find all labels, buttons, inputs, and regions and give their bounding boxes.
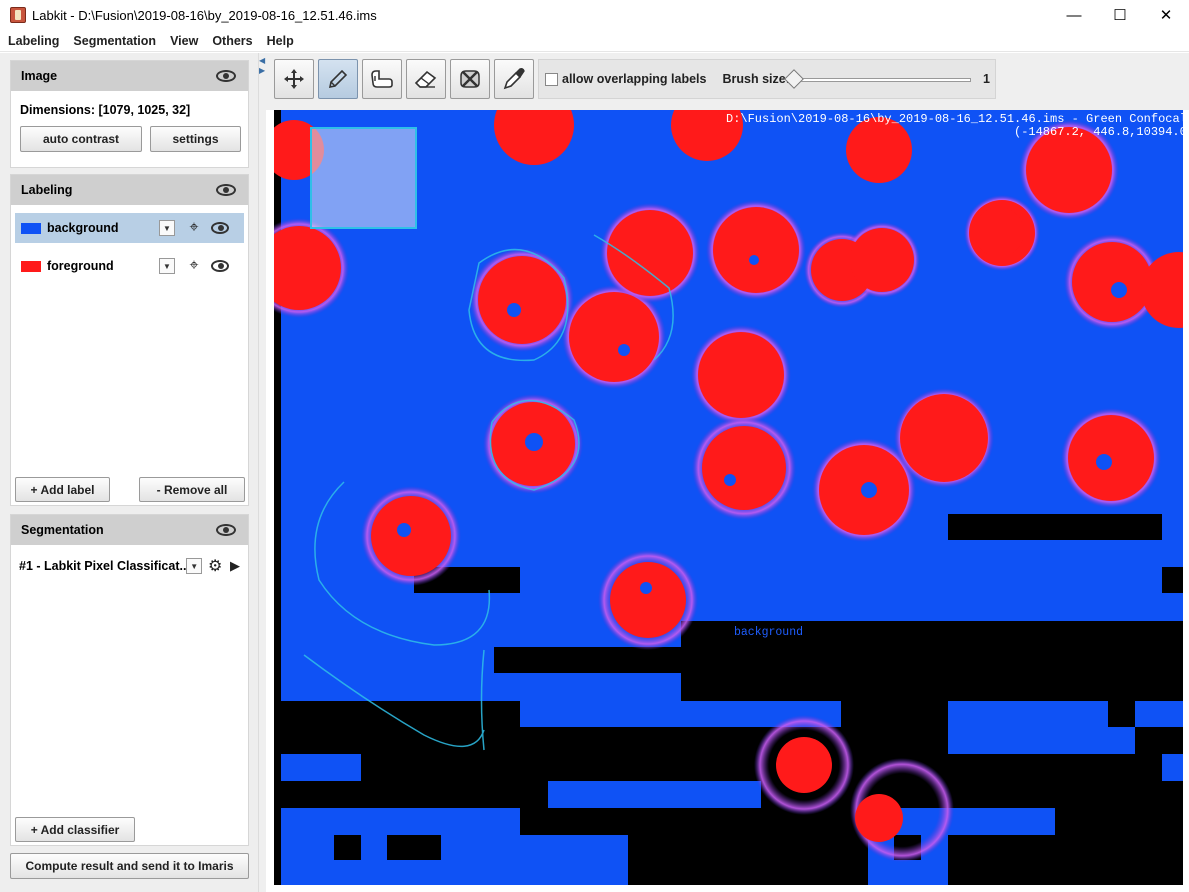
eye-icon[interactable] [216, 524, 236, 536]
panel-splitter[interactable]: ◀ ▶ [258, 53, 266, 892]
labeling-section-header: Labeling [11, 175, 248, 205]
label-name: background [47, 221, 119, 235]
title-bar: Labkit - D:\Fusion\2019-08-16\by_2019-08… [0, 0, 1189, 30]
maximize-button[interactable]: ☐ [1097, 0, 1143, 30]
close-button[interactable]: ✕ [1143, 0, 1189, 30]
add-label-button[interactable]: + Add label [15, 477, 110, 502]
menu-segmentation[interactable]: Segmentation [69, 34, 162, 48]
image-viewer[interactable]: D:\Fusion\2019-08-16\by_2019-08-16_12.51… [274, 110, 1183, 885]
labkit-app-icon [10, 7, 26, 23]
segmentation-section-header: Segmentation [11, 515, 248, 545]
labeling-section-title: Labeling [21, 183, 73, 197]
add-classifier-button[interactable]: + Add classifier [15, 817, 135, 842]
classifier-name: #1 - Labkit Pixel Classificat... [19, 559, 187, 573]
pipette-tool-button[interactable] [494, 59, 534, 99]
label-color-swatch[interactable] [21, 222, 41, 234]
play-icon[interactable]: ▶ [226, 557, 244, 575]
left-panel: Image Dimensions: [1079, 1025, 32] auto … [0, 53, 258, 892]
pencil-icon [328, 69, 348, 89]
image-section-title: Image [21, 69, 58, 83]
compute-send-imaris-button[interactable]: Compute result and send it to Imaris [10, 853, 249, 879]
labeling-section: Labeling background ▼ ⌖ foreground ▼ ⌖ +… [10, 174, 249, 506]
eye-icon[interactable] [211, 222, 229, 234]
remove-fill-tool-button[interactable] [450, 59, 490, 99]
auto-contrast-button[interactable]: auto contrast [20, 126, 142, 152]
pipette-icon [503, 68, 525, 90]
menu-view[interactable]: View [166, 34, 204, 48]
gear-icon[interactable]: ⚙ [206, 557, 224, 575]
flood-fill-icon [371, 70, 393, 88]
segmentation-canvas[interactable] [274, 110, 1183, 885]
menu-bar: Labeling Segmentation View Others Help [0, 30, 1189, 52]
menu-labeling[interactable]: Labeling [4, 34, 65, 48]
pencil-tool-button[interactable] [318, 59, 358, 99]
crosshair-icon[interactable]: ⌖ [185, 257, 203, 275]
label-name: foreground [47, 259, 114, 273]
eraser-tool-button[interactable] [406, 59, 446, 99]
image-section-header: Image [11, 61, 248, 91]
label-hover-overlay: background [734, 626, 804, 639]
source-overlay: D:\Fusion\2019-08-16\by_2019-08-16_12.51… [726, 112, 1183, 126]
move-icon [284, 69, 304, 89]
flood-fill-tool-button[interactable] [362, 59, 402, 99]
chevron-down-icon[interactable]: ▼ [159, 220, 175, 236]
toolbar: allow overlapping labels Brush size: 1 [266, 53, 1189, 110]
brush-size-slider[interactable] [787, 78, 971, 82]
eye-toggle[interactable] [211, 219, 229, 237]
brush-size-value: 1 [983, 72, 990, 86]
collapse-arrow-icon[interactable]: ◀ [259, 56, 265, 65]
image-section: Image Dimensions: [1079, 1025, 32] auto … [10, 60, 249, 168]
chevron-down-icon[interactable]: ▼ [186, 558, 203, 574]
minimize-button[interactable]: — [1051, 0, 1097, 30]
allow-overlapping-checkbox[interactable] [545, 72, 558, 86]
tool-options: allow overlapping labels Brush size: 1 [538, 59, 996, 99]
eraser-icon [414, 70, 437, 88]
label-row-foreground[interactable]: foreground ▼ ⌖ [15, 251, 244, 281]
move-tool-button[interactable] [274, 59, 314, 99]
eye-icon[interactable] [211, 260, 229, 272]
label-row-background[interactable]: background ▼ ⌖ [15, 213, 244, 243]
crosshair-icon[interactable]: ⌖ [185, 219, 203, 237]
window-title: Labkit - D:\Fusion\2019-08-16\by_2019-08… [32, 7, 377, 23]
menu-others[interactable]: Others [208, 34, 258, 48]
classifier-row[interactable]: #1 - Labkit Pixel Classificat... ▼ ⚙ ▶ [19, 557, 244, 575]
remove-fill-icon [460, 70, 480, 88]
remove-all-button[interactable]: - Remove all [139, 477, 245, 502]
chevron-down-icon[interactable]: ▼ [159, 258, 175, 274]
eye-icon[interactable] [216, 70, 236, 82]
navigation-box[interactable] [310, 127, 417, 229]
image-dimensions: Dimensions: [1079, 1025, 32] [20, 103, 191, 117]
label-color-swatch[interactable] [21, 260, 41, 272]
brush-size-label: Brush size: [722, 72, 790, 86]
image-settings-button[interactable]: settings [150, 126, 241, 152]
eye-icon[interactable] [216, 184, 236, 196]
segmentation-section: Segmentation #1 - Labkit Pixel Classific… [10, 514, 249, 846]
menu-help[interactable]: Help [263, 34, 300, 48]
coordinate-readout: (-14867.2, 446.8,10394.0) [1014, 125, 1183, 139]
segmentation-section-title: Segmentation [21, 523, 104, 537]
expand-arrow-icon[interactable]: ▶ [259, 66, 265, 75]
allow-overlapping-label: allow overlapping labels [562, 72, 707, 86]
eye-toggle[interactable] [211, 257, 229, 275]
